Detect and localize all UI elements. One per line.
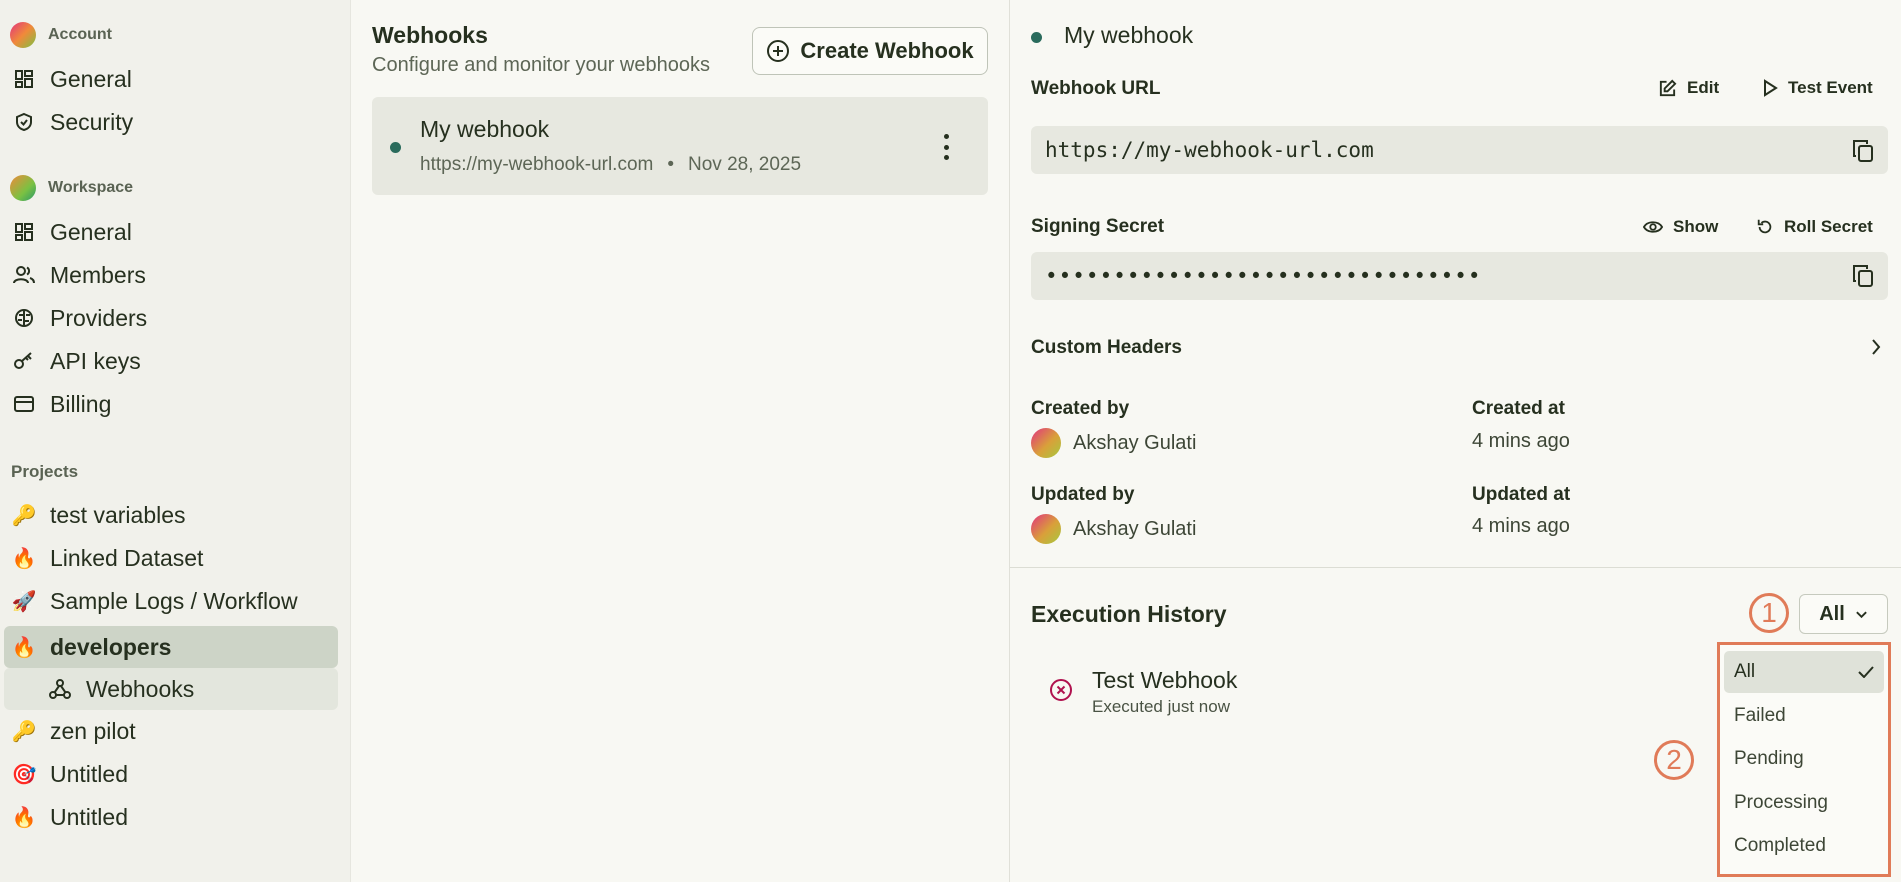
key-emoji-icon: 🔑 bbox=[11, 504, 37, 527]
webhook-date: Nov 28, 2025 bbox=[688, 154, 802, 175]
check-icon bbox=[1858, 666, 1874, 678]
fire-emoji-icon: 🔥 bbox=[11, 547, 37, 570]
signing-secret-field[interactable]: •••••••••••••••••••••••••••••••• bbox=[1031, 252, 1888, 300]
edit-button[interactable]: Edit bbox=[1658, 78, 1719, 98]
annotation-marker-1: 1 bbox=[1749, 593, 1789, 633]
updated-by-label: Updated by bbox=[1031, 484, 1135, 505]
sidebar-item-account-general[interactable]: General bbox=[4, 58, 338, 100]
copy-icon[interactable] bbox=[1852, 264, 1874, 288]
created-by-label: Created by bbox=[1031, 398, 1130, 419]
dropdown-option-all[interactable]: All bbox=[1724, 651, 1884, 693]
updated-at-value: 4 mins ago bbox=[1472, 515, 1570, 537]
status-filter-dropdown: All Failed Pending Processing Completed bbox=[1717, 642, 1891, 877]
card-icon bbox=[12, 392, 36, 416]
sidebar-item-project[interactable]: 🔑 zen pilot bbox=[4, 710, 338, 752]
detail-title: My webhook bbox=[1064, 22, 1194, 48]
edit-icon bbox=[1658, 79, 1677, 98]
dropdown-option-failed[interactable]: Failed bbox=[1724, 695, 1884, 737]
divider bbox=[1010, 567, 1901, 568]
created-at-label: Created at bbox=[1472, 398, 1565, 419]
play-icon bbox=[1762, 79, 1778, 97]
more-vertical-icon[interactable] bbox=[938, 134, 954, 160]
dropdown-option-completed[interactable]: Completed bbox=[1724, 825, 1884, 867]
target-emoji-icon: 🎯 bbox=[11, 763, 37, 786]
chevron-down-icon bbox=[1855, 610, 1868, 619]
refresh-icon bbox=[1756, 218, 1774, 236]
sidebar: Account General Security Workspace Gener… bbox=[0, 0, 350, 882]
dropdown-option-processing[interactable]: Processing bbox=[1724, 782, 1884, 824]
webhook-url-label: Webhook URL bbox=[1031, 78, 1161, 99]
grid-icon bbox=[12, 220, 36, 244]
execution-history-title: Execution History bbox=[1031, 601, 1227, 627]
failed-status-icon bbox=[1049, 678, 1073, 702]
fire-emoji-icon: 🔥 bbox=[11, 636, 37, 659]
updated-at-label: Updated at bbox=[1472, 484, 1571, 505]
avatar bbox=[1031, 514, 1061, 544]
create-webhook-button[interactable]: Create Webhook bbox=[752, 27, 988, 75]
sidebar-item-project[interactable]: 🔥 Untitled bbox=[4, 796, 338, 838]
fire-emoji-icon: 🔥 bbox=[11, 806, 37, 829]
meta-separator: • bbox=[667, 154, 675, 175]
sidebar-item-security[interactable]: Security bbox=[4, 101, 338, 143]
workspace-header: Workspace bbox=[10, 175, 133, 201]
account-avatar bbox=[10, 22, 36, 48]
signing-secret-label: Signing Secret bbox=[1031, 216, 1165, 237]
sidebar-item-project-active[interactable]: 🔥 developers bbox=[4, 626, 338, 668]
annotation-marker-2: 2 bbox=[1654, 740, 1694, 780]
page-subtitle: Configure and monitor your webhooks bbox=[372, 54, 710, 76]
sidebar-item-project[interactable]: 🚀 Sample Logs / Workflow bbox=[4, 580, 338, 622]
created-at-value: 4 mins ago bbox=[1472, 430, 1570, 452]
users-icon bbox=[12, 263, 36, 287]
webhook-url-field[interactable]: https://my-webhook-url.com bbox=[1031, 126, 1888, 174]
account-header: Account bbox=[10, 22, 112, 48]
created-by-user: Akshay Gulati bbox=[1031, 428, 1196, 458]
projects-header: Projects bbox=[11, 462, 79, 481]
show-secret-button[interactable]: Show bbox=[1643, 217, 1718, 237]
sidebar-item-project[interactable]: 🔑 test variables bbox=[4, 494, 338, 536]
sidebar-item-members[interactable]: Members bbox=[4, 254, 338, 296]
brain-icon bbox=[12, 306, 36, 330]
plus-circle-icon bbox=[766, 39, 790, 63]
sidebar-item-workspace-general[interactable]: General bbox=[4, 211, 338, 253]
sidebar-item-api-keys[interactable]: API keys bbox=[4, 340, 338, 382]
grid-icon bbox=[12, 67, 36, 91]
sidebar-item-billing[interactable]: Billing bbox=[4, 383, 338, 425]
sidebar-item-webhooks[interactable]: Webhooks bbox=[4, 668, 338, 710]
status-filter-select[interactable]: All bbox=[1799, 594, 1888, 634]
key-icon bbox=[12, 349, 36, 373]
chevron-right-icon[interactable] bbox=[1870, 337, 1882, 357]
execution-title[interactable]: Test Webhook bbox=[1092, 667, 1237, 694]
shield-icon bbox=[12, 110, 36, 134]
key-emoji-icon: 🔑 bbox=[11, 720, 37, 743]
webhook-meta: https://my-webhook-url.com • Nov 28, 202… bbox=[420, 154, 801, 176]
execution-subtitle: Executed just now bbox=[1092, 697, 1230, 716]
dropdown-option-pending[interactable]: Pending bbox=[1724, 738, 1884, 780]
roll-secret-button[interactable]: Roll Secret bbox=[1756, 217, 1873, 237]
webhook-url: https://my-webhook-url.com bbox=[420, 154, 654, 175]
eye-icon bbox=[1643, 219, 1663, 235]
copy-icon[interactable] bbox=[1852, 139, 1874, 163]
sidebar-item-project[interactable]: 🔥 Linked Dataset bbox=[4, 537, 338, 579]
webhook-icon bbox=[48, 677, 72, 701]
webhook-list-item[interactable] bbox=[372, 97, 988, 195]
page-title: Webhooks bbox=[372, 22, 488, 48]
custom-headers-label[interactable]: Custom Headers bbox=[1031, 337, 1182, 359]
sidebar-item-providers[interactable]: Providers bbox=[4, 297, 338, 339]
status-dot bbox=[1031, 32, 1042, 43]
avatar bbox=[1031, 428, 1061, 458]
updated-by-user: Akshay Gulati bbox=[1031, 514, 1196, 544]
webhook-name: My webhook bbox=[420, 116, 550, 142]
sidebar-item-project[interactable]: 🎯 Untitled bbox=[4, 753, 338, 795]
rocket-emoji-icon: 🚀 bbox=[11, 590, 37, 613]
status-dot bbox=[390, 142, 401, 153]
test-event-button[interactable]: Test Event bbox=[1762, 78, 1873, 98]
workspace-avatar bbox=[10, 175, 36, 201]
